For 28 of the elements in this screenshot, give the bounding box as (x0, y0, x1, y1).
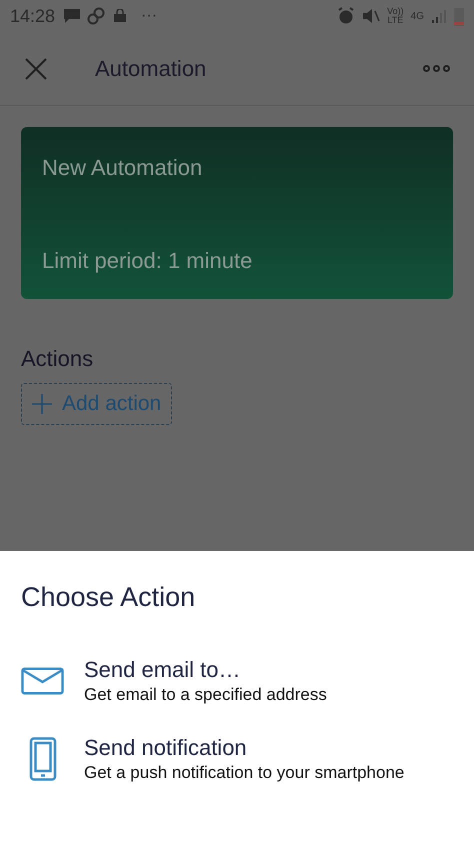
action-title: Send email to… (84, 656, 242, 684)
action-option[interactable]: Send notification Get a push notification to your smartphone (21, 734, 453, 784)
action-description: Get a push notification to your smartphone (84, 762, 404, 784)
automation-title: New Automation (42, 154, 204, 182)
actions-heading: Actions (21, 345, 94, 373)
mute-icon (362, 7, 380, 25)
volte-indicator: Vo)) LTE (387, 7, 404, 25)
status-time: 14:28 (10, 4, 56, 28)
signal-icon (431, 8, 447, 24)
action-description: Get email to a specified address (84, 684, 327, 706)
more-options-button[interactable] (423, 65, 450, 72)
envelope-icon (21, 666, 64, 694)
link-icon (87, 7, 106, 25)
status-more: ··· (141, 6, 158, 26)
plus-icon (32, 394, 52, 414)
app-bar-title: Automation (95, 55, 206, 83)
sheet-title: Choose Action (21, 581, 196, 614)
alarm-icon (337, 7, 356, 25)
limit-period: Limit period: 1 minute (42, 247, 254, 275)
smartphone-icon (28, 736, 56, 780)
message-icon (63, 8, 82, 24)
bag-icon (113, 9, 128, 23)
network-type: 4G (410, 10, 424, 24)
close-button[interactable] (24, 56, 48, 80)
automation-card[interactable]: New Automation Limit period: 1 minute (21, 127, 453, 299)
battery-icon (454, 6, 464, 26)
action-title: Send notification (84, 734, 248, 762)
action-option[interactable]: Send email to… Get email to a specified address (21, 656, 453, 706)
